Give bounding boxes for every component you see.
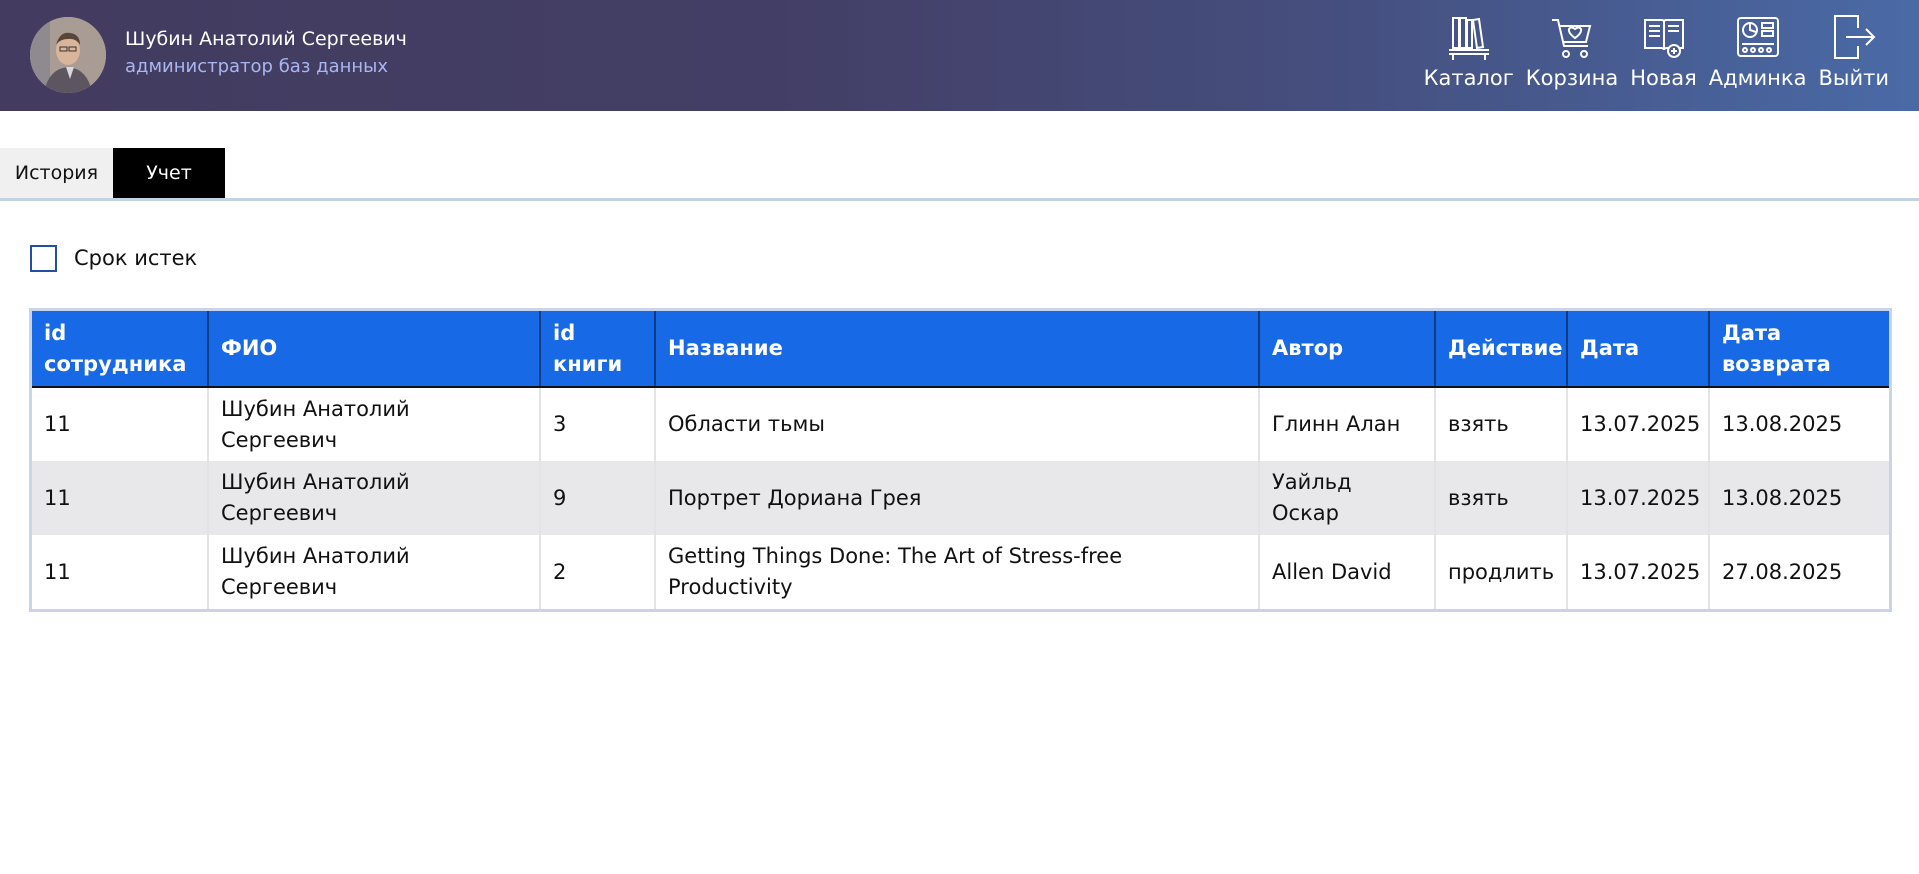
cell-author: Глинн Алан (1259, 387, 1436, 461)
cell-action: взять (1435, 461, 1568, 535)
cell-return-date: 13.08.2025 (1709, 461, 1889, 535)
nav-cart[interactable]: Корзина (1525, 14, 1619, 94)
column-header-full-name[interactable]: ФИО (208, 311, 541, 388)
cell-employee-id: 11 (32, 387, 209, 461)
loans-table: id сотрудника ФИО id книги Название Авто… (29, 308, 1892, 612)
table-row[interactable]: 11 Шубин Анатолий Сергеевич 3 Области ть… (32, 387, 1889, 461)
cell-action: взять (1435, 387, 1568, 461)
cell-return-date: 13.08.2025 (1709, 387, 1889, 461)
nav-cart-label: Корзина (1525, 66, 1619, 90)
user-name: Шубин Анатолий Сергеевич (125, 28, 407, 50)
top-bar: Шубин Анатолий Сергеевич администратор б… (0, 0, 1919, 111)
column-header-author[interactable]: Автор (1259, 311, 1436, 388)
user-role: администратор баз данных (125, 56, 389, 77)
cell-date: 13.07.2025 (1567, 535, 1710, 609)
column-header-title[interactable]: Название (655, 311, 1260, 388)
table-row[interactable]: 11 Шубин Анатолий Сергеевич 9 Портрет До… (32, 461, 1889, 535)
cell-action: продлить (1435, 535, 1568, 609)
cell-employee-id: 11 (32, 535, 209, 609)
expired-checkbox[interactable] (30, 244, 57, 272)
column-header-employee-id[interactable]: id сотрудника (32, 311, 209, 388)
cell-return-date: 27.08.2025 (1709, 535, 1889, 609)
nav-new-label: Новая (1630, 66, 1697, 90)
avatar[interactable] (30, 17, 106, 93)
nav-new[interactable]: Новая (1630, 14, 1697, 94)
cell-date: 13.07.2025 (1567, 387, 1710, 461)
cell-full-name: Шубин Анатолий Сергеевич (208, 461, 541, 535)
nav-catalog[interactable]: Каталог (1424, 14, 1514, 94)
cell-author: Уайльд Оскар (1259, 461, 1436, 535)
cell-employee-id: 11 (32, 461, 209, 535)
cart-icon (1552, 19, 1592, 58)
admin-panel-icon (1736, 17, 1779, 57)
tab-bar: История Учет (0, 148, 1919, 201)
avatar-portrait-icon (30, 17, 106, 93)
cell-date: 13.07.2025 (1567, 461, 1710, 535)
nav-logout[interactable]: Выйти (1818, 14, 1889, 94)
cell-title: Getting Things Done: The Art of Stress-f… (655, 535, 1260, 609)
nav-admin-label: Админка (1708, 66, 1807, 90)
table-row[interactable]: 11 Шубин Анатолий Сергеевич 2 Getting Th… (32, 535, 1889, 609)
tab-account[interactable]: Учет (113, 148, 225, 198)
column-header-book-id[interactable]: id книги (540, 311, 656, 388)
tab-history[interactable]: История (0, 148, 113, 198)
new-book-icon (1643, 19, 1684, 58)
cell-title: Портрет Дориана Грея (655, 461, 1260, 535)
nav-admin[interactable]: Админка (1708, 14, 1807, 94)
cell-author: Allen David (1259, 535, 1436, 609)
bookshelf-icon (1448, 17, 1489, 60)
logout-icon (1833, 15, 1876, 59)
cell-book-id: 2 (540, 535, 656, 609)
expired-checkbox-label[interactable]: Срок истек (74, 246, 197, 270)
cell-full-name: Шубин Анатолий Сергеевич (208, 535, 541, 609)
nav-logout-label: Выйти (1818, 66, 1889, 90)
cell-full-name: Шубин Анатолий Сергеевич (208, 387, 541, 461)
nav-catalog-label: Каталог (1423, 66, 1514, 90)
table-header-row: id сотрудника ФИО id книги Название Авто… (32, 311, 1889, 388)
main-nav: Каталог Корзина Новая Админка Выйти (1424, 14, 1889, 94)
cell-title: Области тьмы (655, 387, 1260, 461)
expired-filter: Срок истек (30, 244, 197, 272)
cell-book-id: 3 (540, 387, 656, 461)
column-header-return-date[interactable]: Дата возврата (1709, 311, 1889, 388)
column-header-date[interactable]: Дата (1567, 311, 1710, 388)
column-header-action[interactable]: Действие (1435, 311, 1568, 388)
cell-book-id: 9 (540, 461, 656, 535)
